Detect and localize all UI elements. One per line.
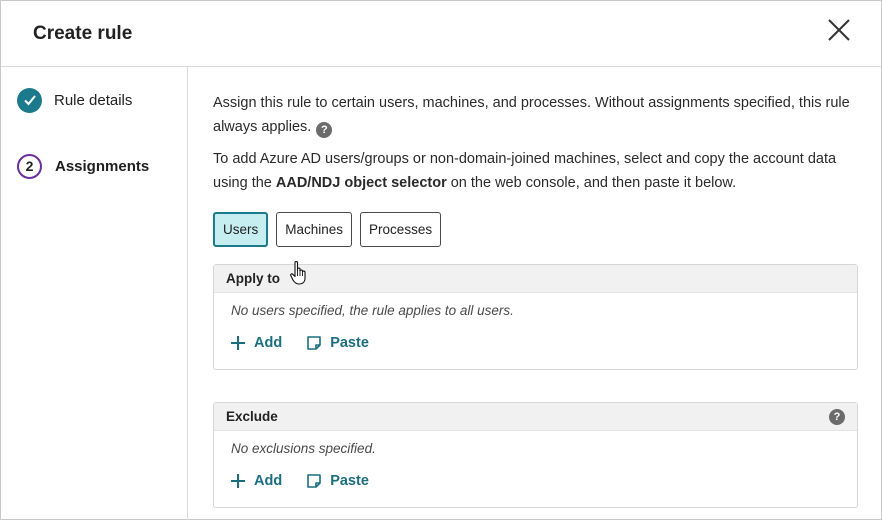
hand-cursor-icon	[290, 260, 306, 285]
paste-icon	[307, 336, 321, 350]
assignments-panel: Assign this rule to certain users, machi…	[189, 67, 881, 520]
apply-to-heading: Apply to	[214, 265, 857, 293]
wizard-steps: Rule details 2 Assignments	[1, 67, 188, 520]
step-assignments[interactable]: 2 Assignments	[17, 153, 149, 179]
exclude-message: No exclusions specified.	[231, 441, 376, 456]
step-number-marker: 2	[17, 153, 42, 179]
apply-to-panel: Apply to No users specified, the rule ap…	[213, 264, 858, 370]
exclude-add-button[interactable]: Add	[230, 473, 282, 489]
exclude-paste-button[interactable]: Paste	[306, 473, 369, 489]
intro-text: Assign this rule to certain users, machi…	[213, 91, 863, 139]
paste-icon	[307, 474, 321, 488]
step-complete-marker	[17, 87, 42, 113]
plus-icon	[231, 474, 245, 488]
dialog-header: Create rule	[1, 1, 881, 67]
close-button[interactable]	[823, 15, 855, 47]
exclude-panel: Exclude ? No exclusions specified. Add P…	[213, 402, 858, 508]
apply-to-add-button[interactable]: Add	[230, 335, 282, 351]
object-selector-name: AAD/NDJ object selector	[275, 175, 447, 191]
tab-machines[interactable]: Machines	[276, 212, 353, 247]
check-icon	[23, 95, 36, 106]
step-label: Rule details	[54, 91, 133, 109]
help-icon[interactable]: ?	[316, 122, 333, 138]
azure-note: To add Azure AD users/groups or non-doma…	[213, 147, 863, 195]
dialog-title: Create rule	[33, 23, 133, 44]
paste-label: Paste	[330, 335, 369, 351]
close-icon	[828, 19, 850, 41]
apply-to-paste-button[interactable]: Paste	[306, 335, 369, 351]
azure-note-suffix: on the web console, and then paste it be…	[446, 175, 737, 191]
help-icon[interactable]: ?	[829, 409, 845, 425]
add-label: Add	[254, 473, 283, 489]
add-label: Add	[254, 335, 283, 351]
exclude-actions: Add Paste	[230, 473, 393, 489]
step-label: Assignments	[55, 157, 150, 175]
assignment-tabs: Users Machines Processes	[213, 212, 449, 247]
apply-to-message: No users specified, the rule applies to …	[231, 303, 514, 318]
create-rule-dialog: Create rule Rule details 2 Assignments A…	[0, 0, 882, 520]
tab-processes[interactable]: Processes	[360, 212, 442, 247]
apply-to-actions: Add Paste	[230, 335, 393, 351]
exclude-heading: Exclude	[226, 409, 278, 424]
step-rule-details[interactable]: Rule details	[17, 87, 132, 113]
paste-label: Paste	[330, 473, 369, 489]
tab-users[interactable]: Users	[213, 212, 269, 247]
plus-icon	[231, 336, 245, 350]
exclude-heading-bar: Exclude ?	[214, 403, 857, 431]
intro-text-content: Assign this rule to certain users, machi…	[213, 95, 850, 135]
